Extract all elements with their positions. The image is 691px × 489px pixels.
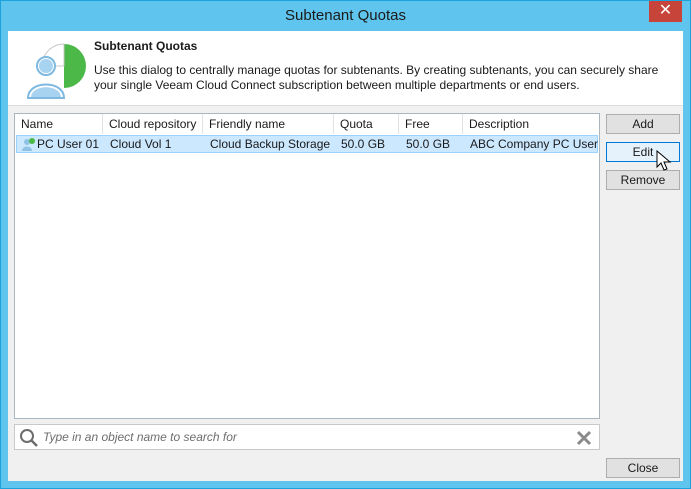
cell-cloud-repository: Cloud Vol 1	[110, 137, 172, 151]
mouse-cursor-icon	[656, 150, 672, 171]
cell-description: ABC Company PC User	[470, 137, 599, 151]
cell-name: PC User 01	[37, 137, 100, 151]
header-title: Subtenant Quotas	[94, 39, 198, 53]
column-header-friendly-name[interactable]: Friendly name	[203, 114, 334, 134]
column-header-row: Name Cloud repository Friendly name Quot…	[15, 114, 599, 134]
search-input[interactable]: Type in an object name to search for	[43, 430, 237, 444]
dialog-window: Subtenant Quotas ✕ Subtenant Quotas Use …	[0, 0, 691, 489]
column-header-cloud-repository[interactable]: Cloud repository	[103, 114, 203, 134]
table-row[interactable]: PC User 01 Cloud Vol 1 Cloud Backup Stor…	[16, 135, 598, 153]
search-box[interactable]: Type in an object name to search for	[14, 424, 600, 450]
close-window-button[interactable]: ✕	[649, 1, 682, 22]
cell-free: 50.0 GB	[406, 137, 451, 151]
clear-search-icon[interactable]	[575, 429, 593, 447]
add-button[interactable]: Add	[606, 114, 680, 134]
title-bar[interactable]: Subtenant Quotas ✕	[1, 1, 690, 31]
header-description: Use this dialog to centrally manage quot…	[94, 63, 659, 92]
cell-friendly-name: Cloud Backup Storage	[210, 137, 331, 151]
dialog-client-area: Subtenant Quotas Use this dialog to cent…	[8, 31, 683, 481]
dialog-header: Subtenant Quotas Use this dialog to cent…	[8, 31, 683, 106]
subtenant-list[interactable]: Name Cloud repository Friendly name Quot…	[14, 113, 600, 419]
search-icon	[20, 429, 38, 447]
column-header-name[interactable]: Name	[15, 114, 103, 134]
window-title: Subtenant Quotas	[285, 7, 406, 24]
remove-button[interactable]: Remove	[606, 170, 680, 190]
close-button[interactable]: Close	[606, 458, 680, 478]
column-header-quota[interactable]: Quota	[334, 114, 399, 134]
subtenant-user-icon	[26, 43, 86, 99]
column-header-description[interactable]: Description	[463, 114, 599, 134]
cell-quota: 50.0 GB	[341, 137, 386, 151]
column-header-free[interactable]: Free	[399, 114, 463, 134]
